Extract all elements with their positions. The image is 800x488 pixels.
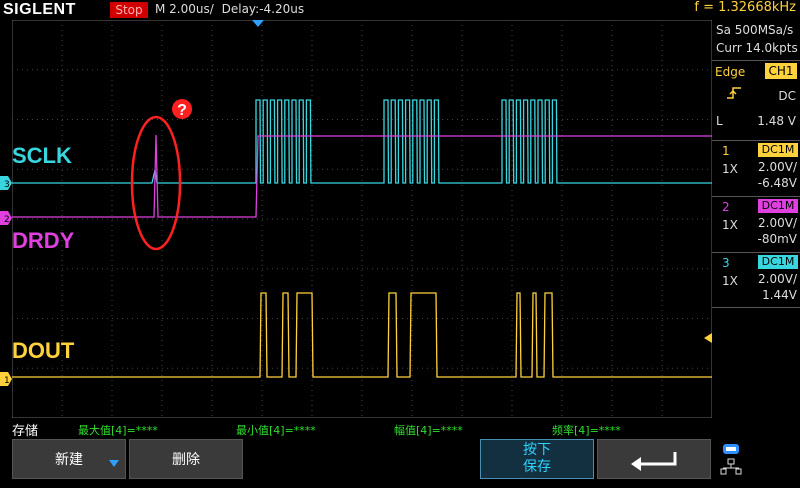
channel-vdiv: 2.00V/: [758, 160, 797, 174]
channel-number: 3: [722, 256, 730, 270]
drdy-label: DRDY: [12, 228, 75, 253]
dout-label: DOUT: [12, 338, 75, 363]
top-status-bar: SIGLENT Stop M 2.00us/ Delay:-4.20us: [0, 0, 712, 20]
return-arrow-icon: [631, 452, 677, 471]
delete-button-label: 删除: [172, 452, 200, 468]
ch1-ground-marker: 1: [0, 372, 12, 386]
trigger-coupling: DC: [778, 89, 796, 103]
channel-vdiv: 2.00V/: [758, 216, 797, 230]
question-mark: ?: [177, 102, 187, 119]
right-info-panel: Sa 500MSa/s Curr 14.0kpts Edge CH1 DC L …: [712, 20, 800, 438]
measure-min: 最小值[4]=****: [236, 424, 316, 437]
trigger-type[interactable]: Edge: [715, 65, 745, 79]
save-label: 保存: [523, 459, 551, 475]
new-button[interactable]: 新建: [12, 439, 126, 479]
channel-1-info[interactable]: 1 DC1M 1X 2.00V/ -6.48V: [712, 140, 800, 195]
empty-softkey-4[interactable]: [363, 439, 477, 479]
trigger-level: 1.48 V: [757, 114, 796, 128]
channel-offset: 1.44V: [762, 288, 797, 302]
frequency-counter: f = 1.32668kHz: [694, 0, 796, 15]
channel-coupling: DC1M: [758, 143, 798, 157]
ch2-ground-marker: 2: [0, 211, 12, 225]
channel-probe: 1X: [722, 218, 738, 232]
back-button[interactable]: [597, 439, 711, 479]
svg-text:2: 2: [4, 215, 10, 225]
brand-logo: SIGLENT: [3, 1, 76, 18]
empty-softkey-3[interactable]: [246, 439, 360, 479]
svg-text:1: 1: [4, 376, 10, 386]
timebase-readout[interactable]: M 2.00us/ Delay:-4.20us: [155, 2, 304, 16]
memory-depth: Curr 14.0kpts: [716, 41, 798, 55]
new-button-label: 新建: [55, 452, 83, 468]
network-usb-status-icon: [720, 444, 742, 475]
channel-offset: -80mV: [757, 232, 798, 246]
channel-probe: 1X: [722, 162, 738, 176]
measure-amplitude: 幅值[4]=****: [394, 424, 463, 437]
rising-edge-icon: [727, 87, 741, 99]
delete-button[interactable]: 删除: [129, 439, 243, 479]
press-label: 按下: [523, 442, 551, 458]
channel-vdiv: 2.00V/: [758, 272, 797, 286]
channel-number: 2: [722, 200, 730, 214]
channel-offset: -6.48V: [757, 176, 797, 190]
channel-probe: 1X: [722, 274, 738, 288]
measurement-status-bar: 存储 最大值[4]=**** 最小值[4]=**** 幅值[4]=**** 频率…: [0, 418, 712, 439]
channel-coupling: DC1M: [758, 199, 798, 213]
sample-rate: Sa 500MSa/s: [716, 23, 794, 37]
measure-max: 最大值[4]=****: [78, 424, 158, 437]
waveform-display[interactable]: ?: [12, 20, 712, 418]
timebase-value: M 2.00us/: [155, 2, 214, 16]
run-stop-indicator[interactable]: Stop: [110, 2, 148, 18]
save-mode-label: 存储: [12, 424, 39, 439]
trigger-source[interactable]: CH1: [765, 63, 797, 79]
sclk-label: SCLK: [12, 143, 72, 168]
trigger-level-label: L: [716, 114, 723, 128]
ch3-ground-marker: 3: [0, 176, 12, 190]
chevron-down-icon: [109, 460, 119, 467]
channel-3-info[interactable]: 3 DC1M 1X 2.00V/ 1.44V: [712, 252, 800, 308]
softkey-menu: 新建 删除 按下 保存: [0, 438, 800, 480]
delay-value: Delay:-4.20us: [221, 2, 305, 16]
channel-coupling: DC1M: [758, 255, 798, 269]
channel-number: 1: [722, 144, 730, 158]
svg-text:3: 3: [4, 180, 10, 190]
measure-frequency: 频率[4]=****: [552, 424, 621, 437]
channel-2-info[interactable]: 2 DC1M 1X 2.00V/ -80mV: [712, 196, 800, 251]
press-save-button[interactable]: 按下 保存: [480, 439, 594, 479]
